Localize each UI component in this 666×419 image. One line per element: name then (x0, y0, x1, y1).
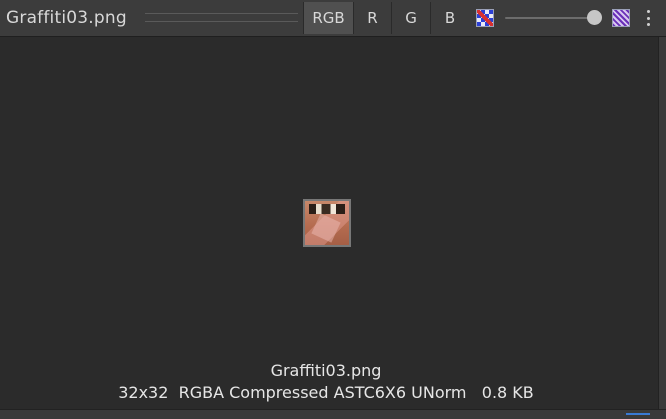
texture-detail (309, 204, 345, 214)
drag-handle[interactable] (145, 13, 298, 22)
alpha-checker-icon[interactable] (476, 9, 494, 27)
channel-rgb-button[interactable]: RGB (303, 2, 353, 34)
mipmap-icon[interactable] (612, 9, 630, 27)
texture-info: 32x32 RGBA Compressed ASTC6X6 UNorm 0.8 … (118, 383, 534, 402)
bottom-bar (0, 409, 666, 419)
texture-detail (311, 213, 341, 243)
channel-g-button[interactable]: G (391, 2, 430, 34)
kebab-menu-icon[interactable] (642, 8, 654, 28)
texture-title: Graffiti03.png (6, 8, 127, 28)
preview-toolbar: Graffiti03.png RGB R G B (0, 0, 666, 37)
channel-b-button[interactable]: B (430, 2, 469, 34)
mip-level-slider[interactable] (505, 17, 597, 19)
scrollbar[interactable] (658, 37, 666, 419)
texture-preview-image (303, 199, 351, 247)
mip-level-slider-thumb[interactable] (587, 10, 602, 25)
texture-file-name: Graffiti03.png (270, 361, 382, 380)
menu-dot (646, 16, 650, 20)
menu-dot (646, 23, 650, 26)
focus-accent (626, 413, 650, 415)
channel-r-button[interactable]: R (353, 2, 391, 34)
menu-dot (646, 10, 650, 13)
